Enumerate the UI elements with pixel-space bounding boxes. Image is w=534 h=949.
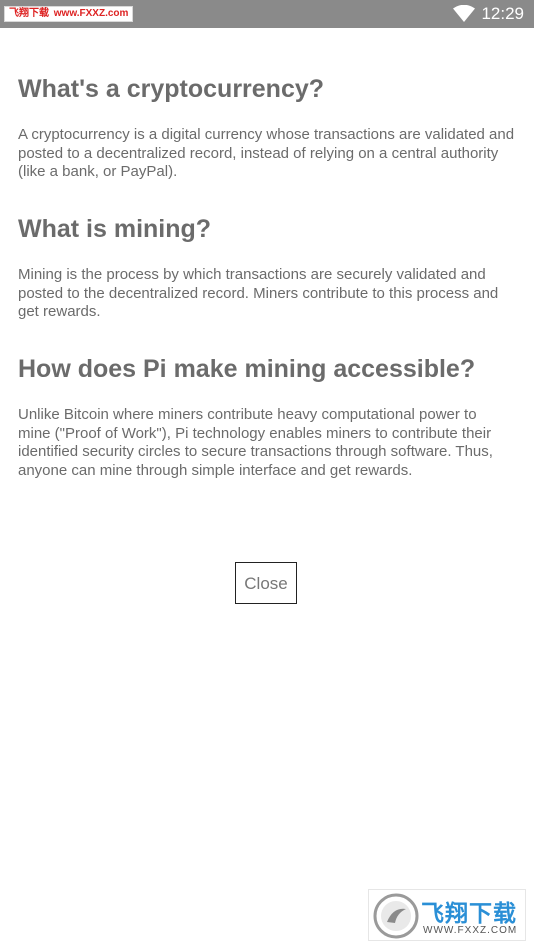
watermark-logo-box: 飞翔下载 WWW.FXXZ.COM <box>368 889 526 941</box>
wifi-icon <box>453 5 475 22</box>
watermark-badge: 飞翔下载 www.FXXZ.com <box>4 6 134 22</box>
section-heading-pi-mining: How does Pi make mining accessible? <box>18 355 476 383</box>
watermark-text: 飞翔下载 <box>9 8 49 19</box>
close-button[interactable]: Close <box>235 562 297 604</box>
section-heading-cryptocurrency: What's a cryptocurrency? <box>18 75 325 103</box>
watermark-title: 飞翔下载 <box>421 901 517 927</box>
status-bar: 飞翔下载 www.FXXZ.com 12:29 <box>0 0 534 28</box>
watermark-url: www.FXXZ.com <box>53 8 129 19</box>
section-heading-mining: What is mining? <box>18 215 212 243</box>
watermark-bottom-url: WWW.FXXZ.COM <box>423 925 518 936</box>
section-body-mining: Mining is the process by which transacti… <box>18 266 499 320</box>
watermark-logo-icon <box>373 893 419 939</box>
status-time: 12:29 <box>481 4 524 23</box>
section-body-pi-mining: Unlike Bitcoin where miners contribute h… <box>18 406 493 479</box>
section-body-cryptocurrency: A cryptocurrency is a digital currency w… <box>18 126 515 180</box>
